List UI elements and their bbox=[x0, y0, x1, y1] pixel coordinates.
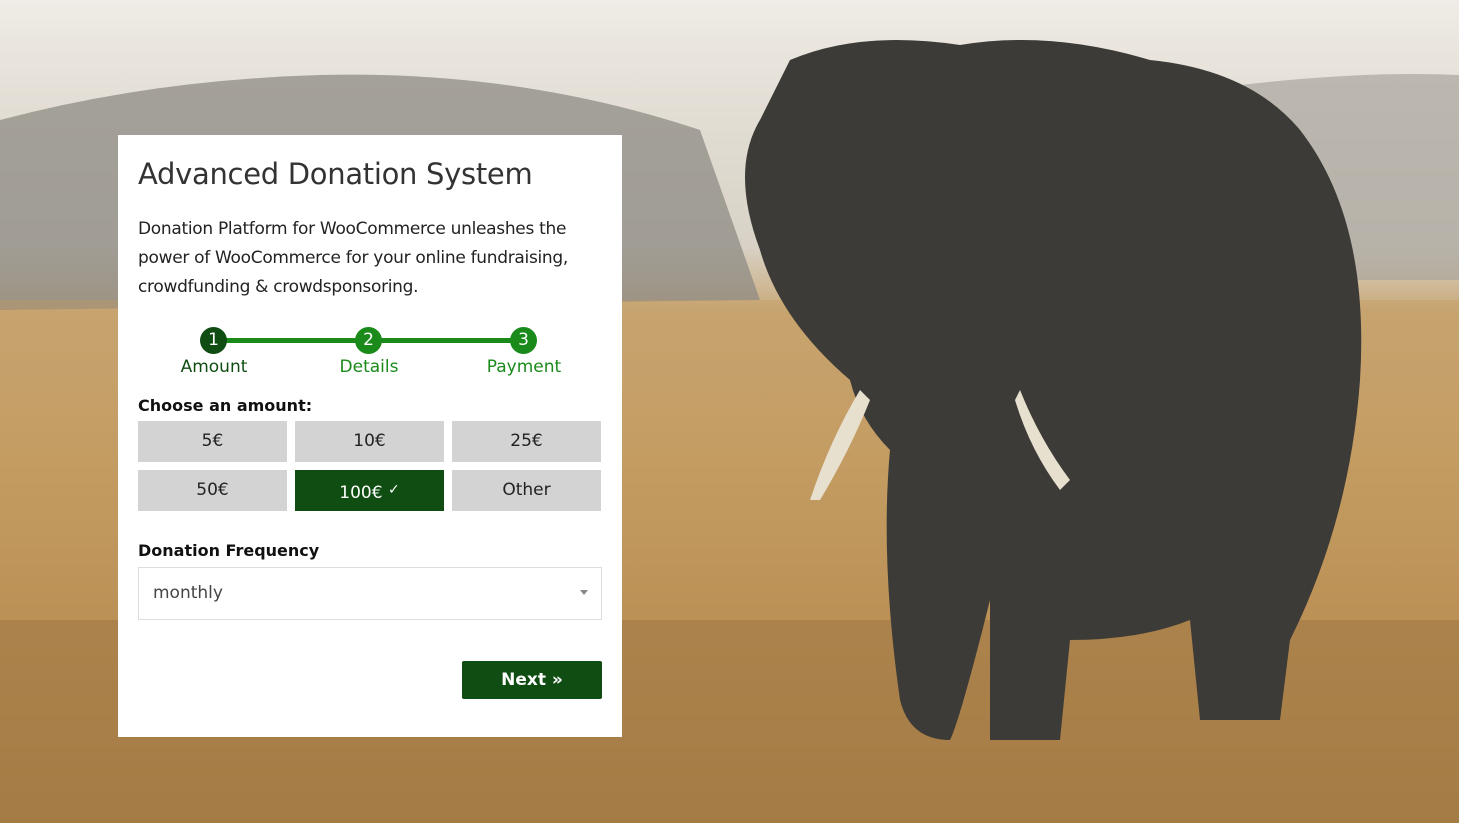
step-1-label: Amount bbox=[180, 357, 248, 377]
amount-button-other[interactable]: Other bbox=[452, 470, 601, 511]
amount-label: Choose an amount: bbox=[138, 396, 313, 415]
amount-button-25[interactable]: 25€ bbox=[452, 421, 601, 462]
form-title: Advanced Donation System bbox=[138, 157, 533, 191]
amount-button-50[interactable]: 50€ bbox=[138, 470, 287, 511]
amount-button-10[interactable]: 10€ bbox=[295, 421, 444, 462]
next-button[interactable]: Next » bbox=[462, 661, 602, 699]
frequency-label: Donation Frequency bbox=[138, 541, 320, 560]
frequency-value: monthly bbox=[153, 583, 223, 603]
step-3-label: Payment bbox=[486, 357, 562, 377]
step-1-circle: 1 bbox=[200, 327, 227, 354]
check-icon: ✓ bbox=[387, 482, 400, 498]
step-3-circle: 3 bbox=[510, 327, 537, 354]
frequency-select[interactable]: monthly bbox=[138, 567, 602, 620]
chevron-down-icon bbox=[580, 590, 588, 595]
step-2-label: Details bbox=[339, 357, 399, 377]
amount-button-100-selected[interactable]: 100€ ✓ bbox=[295, 470, 444, 511]
amount-value: 100€ bbox=[339, 483, 383, 503]
step-2-circle: 2 bbox=[355, 327, 382, 354]
form-description: Donation Platform for WooCommerce unleas… bbox=[138, 219, 568, 297]
donation-form-card: Advanced Donation System Donation Platfo… bbox=[118, 135, 622, 737]
amount-button-5[interactable]: 5€ bbox=[138, 421, 287, 462]
